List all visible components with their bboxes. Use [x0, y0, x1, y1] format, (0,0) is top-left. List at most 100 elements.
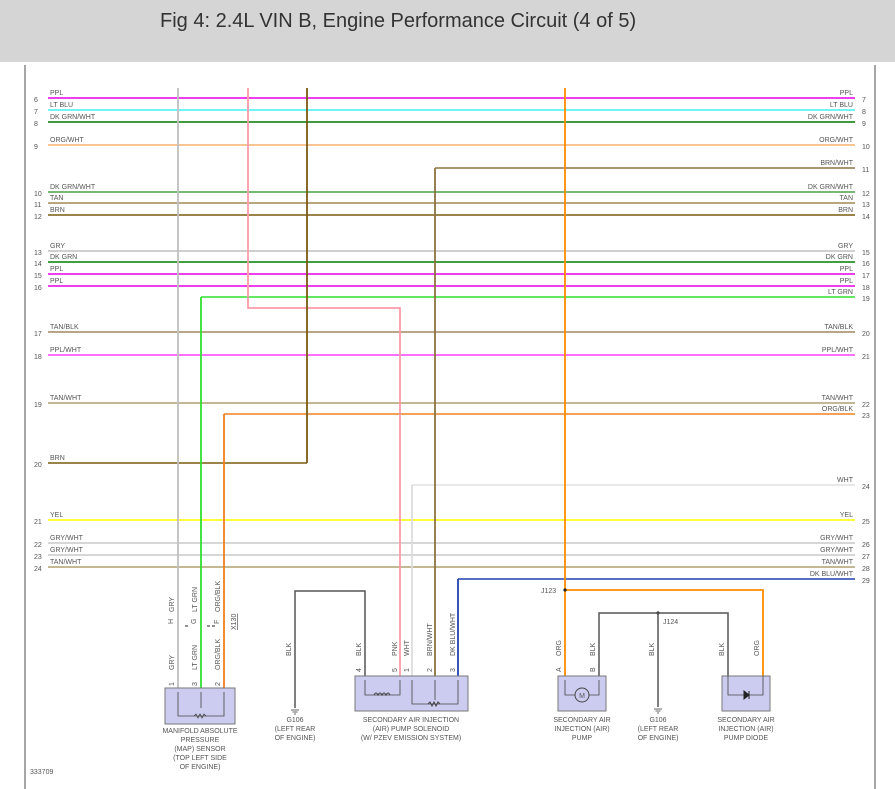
wire-left-label: DK GRN	[50, 254, 77, 261]
wire-left-number: 11	[34, 202, 41, 209]
wire-right-number: 22	[862, 402, 870, 409]
svg-text:1: 1	[404, 668, 411, 672]
svg-text:SECONDARY AIR: SECONDARY AIR	[717, 717, 774, 724]
wire-label: GRY	[169, 597, 176, 612]
pin-h: H	[168, 619, 175, 624]
wire-row: 23 ORG/BLK	[224, 406, 870, 420]
wire-left-label: DK GRN/WHT	[50, 184, 96, 191]
wire-right-number: 25	[862, 519, 870, 526]
component-name: MANIFOLD ABSOLUTE	[162, 728, 237, 735]
wire-left-label: PPL	[50, 90, 63, 97]
svg-text:BRN/WHT: BRN/WHT	[427, 623, 434, 656]
svg-text:OF ENGINE): OF ENGINE)	[638, 735, 679, 742]
wire-row: 17 TAN/BLK 20 TAN/BLK	[34, 324, 870, 338]
wire-left-number: 22	[34, 542, 42, 549]
svg-text:SECONDARY AIR INJECTION: SECONDARY AIR INJECTION	[363, 717, 459, 724]
wire-left-number: 16	[34, 285, 42, 292]
svg-text:G106: G106	[286, 717, 303, 724]
wire-right-number: 12	[862, 191, 870, 198]
wire-right-label: TAN/WHT	[822, 395, 854, 402]
wire-right-label: LT GRN	[828, 289, 853, 296]
wire-right-number: 17	[862, 273, 870, 280]
air-pump[interactable]: M A B ORG BLK BLK SECONDARY AIR INJECTIO…	[553, 612, 729, 742]
wire-row: 13 GRY 15 GRY	[34, 243, 870, 257]
svg-text:BLK: BLK	[649, 642, 656, 656]
wire-row: 11 BRN/WHT	[435, 160, 869, 174]
wire-right-label: GRY/WHT	[820, 535, 854, 542]
pin-f: F	[214, 620, 221, 624]
wire-left-label: PPL/WHT	[50, 347, 82, 354]
wire-left-label: BRN	[50, 455, 65, 462]
svg-text:BLK: BLK	[590, 642, 597, 656]
wire-right-label: GRY	[838, 243, 853, 250]
wire-left-number: 15	[34, 273, 42, 280]
wire-left-label: TAN	[50, 195, 63, 202]
solenoid-body	[354, 675, 469, 712]
wire-label: ORG/BLK	[215, 639, 222, 670]
wire-right-number: 28	[862, 566, 870, 573]
wire-label: GRY	[169, 655, 176, 670]
svg-text:ORG: ORG	[754, 640, 761, 656]
wire-right-label: LT BLU	[830, 102, 853, 109]
wire-right-number: 13	[862, 202, 870, 209]
wire-right-label: BRN	[838, 207, 853, 214]
svg-text:PUMP: PUMP	[572, 735, 593, 742]
wire-left-label: PPL	[50, 278, 63, 285]
wire-right-label: GRY/WHT	[820, 547, 854, 554]
wire-row: 23 GRY/WHT 27 GRY/WHT	[34, 547, 870, 561]
wire-label: LT GRN	[192, 645, 199, 670]
svg-text:(W/ PZEV EMISSION SYSTEM): (W/ PZEV EMISSION SYSTEM)	[361, 735, 461, 742]
wire-left-label: TAN/BLK	[50, 324, 79, 331]
wire-left-number: 13	[34, 250, 42, 257]
wire-right-label: DK GRN	[826, 254, 853, 261]
wire-left-number: 24	[34, 566, 42, 573]
wire-left-number: 23	[34, 554, 42, 561]
wire-row: 9 ORG/WHT 10 ORG/WHT	[34, 137, 870, 151]
wire-label: BLK	[356, 642, 363, 656]
wire-right-label: ORG/WHT	[819, 137, 854, 144]
wire-left-number: 10	[34, 191, 42, 198]
ground-icon	[291, 709, 299, 715]
wire-right-label: DK GRN/WHT	[808, 114, 854, 121]
wire-right-label: YEL	[840, 512, 853, 519]
splice-j123	[563, 588, 567, 592]
wire-row: 29 DK BLU/WHT	[458, 571, 870, 585]
svg-text:PNK: PNK	[392, 641, 399, 656]
svg-text:(AIR) PUMP SOLENOID: (AIR) PUMP SOLENOID	[373, 726, 450, 733]
wire-row: 14 DK GRN 16 DK GRN	[34, 254, 870, 268]
wire-right-label: BRN/WHT	[820, 160, 853, 167]
wire-row: 11 TAN 13 TAN	[34, 195, 870, 209]
wiring-diagram: 6 PPL 7 PPL 7 LT BLU 8 LT BLU 8 DK GRN/WHT 9 DK GRN…	[24, 65, 876, 789]
wire-row: 19 TAN/WHT 22 TAN/WHT	[34, 395, 870, 409]
wire-left-number: 17	[34, 331, 42, 338]
wire-right-label: ORG/BLK	[822, 406, 853, 413]
svg-text:(LEFT REAR: (LEFT REAR	[638, 726, 679, 733]
wire-right-number: 24	[862, 484, 870, 491]
wire-right-number: 20	[862, 331, 870, 338]
svg-text:B: B	[590, 667, 597, 672]
wire-left-label: LT BLU	[50, 102, 73, 109]
svg-text:SECONDARY AIR: SECONDARY AIR	[553, 717, 610, 724]
svg-text:BLK: BLK	[719, 642, 726, 656]
wire-row: 10 DK GRN/WHT 12 DK GRN/WHT	[34, 184, 870, 198]
wire-right-label: PPL/WHT	[822, 347, 854, 354]
wire-row: 21 YEL 25 YEL	[34, 512, 870, 526]
wire-left-number: 19	[34, 402, 42, 409]
air-pump-diode[interactable]: BLK ORG SECONDARY AIR INJECTION (AIR) PU…	[717, 640, 774, 742]
wire-right-number: 7	[862, 97, 866, 104]
map-sensor-body	[164, 687, 236, 725]
wire-left-number: 8	[34, 121, 38, 128]
wire-row: 15 PPL 17 PPL	[34, 266, 870, 280]
wire-right-number: 26	[862, 542, 870, 549]
wire-right-label: PPL	[840, 90, 853, 97]
wire-right-number: 8	[862, 109, 866, 116]
org-branch	[565, 589, 764, 676]
wire-right-label: DK BLU/WHT	[810, 571, 854, 578]
pin-g: G	[191, 619, 198, 624]
wire-left-number: 6	[34, 97, 38, 104]
svg-text:G106: G106	[649, 717, 666, 724]
wire-left-label: TAN/WHT	[50, 395, 82, 402]
svg-text:INJECTION (AIR): INJECTION (AIR)	[554, 726, 609, 733]
wire-row: 19 LT GRN	[201, 289, 870, 303]
wire-label: ORG/BLK	[215, 581, 222, 612]
